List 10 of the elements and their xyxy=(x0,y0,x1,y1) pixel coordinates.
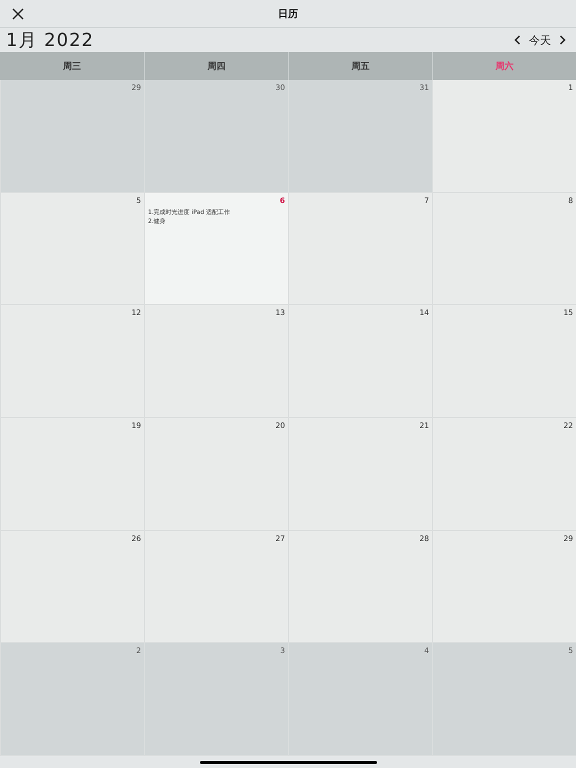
previous-button[interactable] xyxy=(514,35,521,45)
month-title: 1月 2022 xyxy=(6,29,94,52)
next-button[interactable] xyxy=(559,35,566,45)
chevron-right-icon xyxy=(559,35,566,45)
close-icon xyxy=(12,8,24,20)
nav-title: 日历 xyxy=(278,8,298,20)
today-button[interactable]: 今天 xyxy=(529,32,551,48)
chevron-left-icon xyxy=(514,35,521,45)
weekday-header: 周三 xyxy=(62,60,82,74)
close-button[interactable] xyxy=(12,8,24,20)
